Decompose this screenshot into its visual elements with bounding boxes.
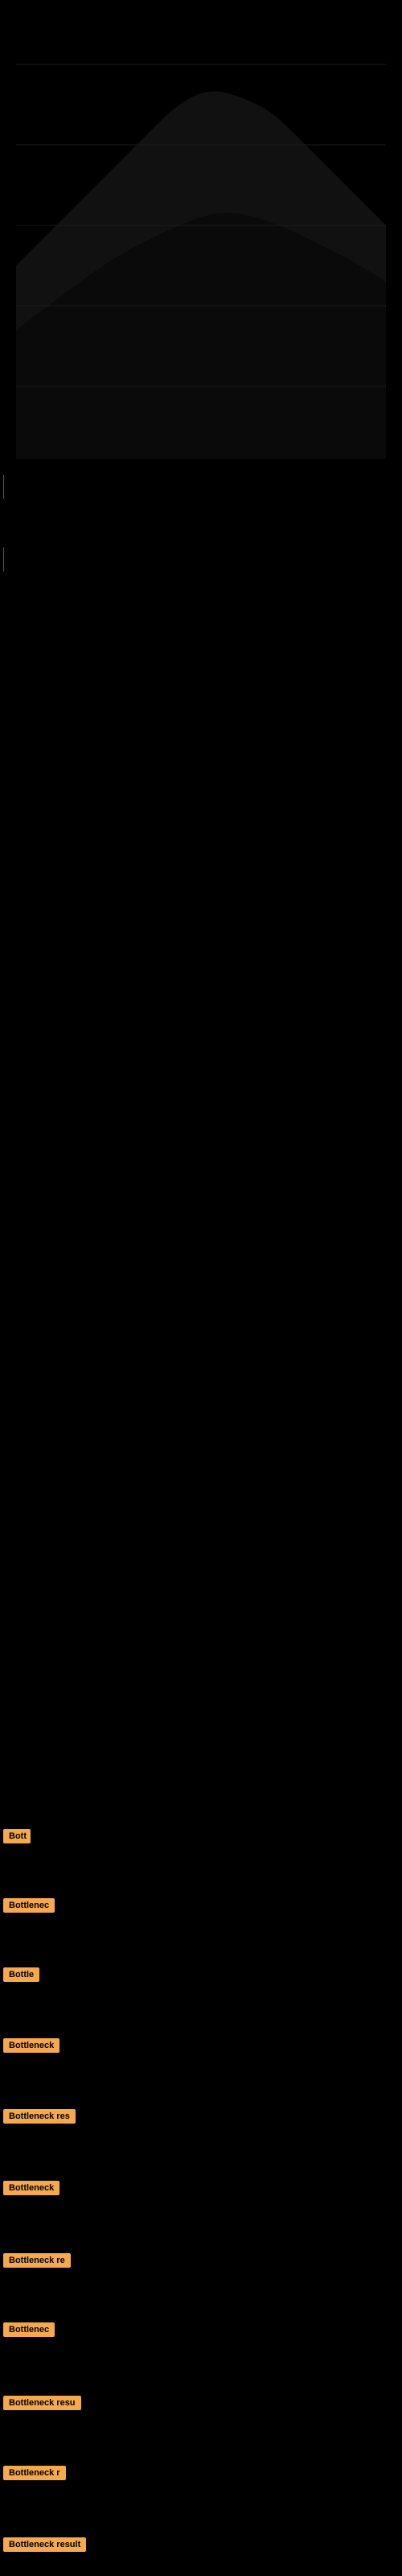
bottleneck-row-6: Bottleneck [0, 2178, 402, 2198]
bottleneck-badge-8[interactable]: Bottlenec [3, 2322, 55, 2337]
bottleneck-badge-4[interactable]: Bottleneck [3, 2038, 59, 2053]
bottleneck-badge-3[interactable]: Bottle [3, 1967, 39, 1982]
bottleneck-row-5: Bottleneck res [0, 2106, 402, 2127]
bottleneck-badge-5[interactable]: Bottleneck res [3, 2109, 76, 2124]
bottleneck-row-1: Bott [0, 1826, 402, 1847]
bottleneck-badge-6[interactable]: Bottleneck [3, 2181, 59, 2195]
bottleneck-badge-1[interactable]: Bott [3, 1829, 31, 1843]
bottleneck-row-11: Bottleneck result [0, 2534, 402, 2555]
bottleneck-badge-7[interactable]: Bottleneck re [3, 2253, 71, 2268]
bottleneck-row-9: Bottleneck resu [0, 2392, 402, 2413]
y-axis-cursor-2 [3, 547, 4, 572]
bottleneck-row-8: Bottlenec [0, 2319, 402, 2340]
bottleneck-row-4: Bottleneck [0, 2035, 402, 2056]
bottleneck-badge-11[interactable]: Bottleneck result [3, 2537, 86, 2552]
bottleneck-row-3: Bottle [0, 1964, 402, 1985]
bottleneck-badge-2[interactable]: Bottlenec [3, 1898, 55, 1913]
bottleneck-badge-9[interactable]: Bottleneck resu [3, 2396, 81, 2410]
bottleneck-row-10: Bottleneck r [0, 2462, 402, 2483]
chart-area [16, 24, 386, 475]
chart-svg [16, 24, 386, 475]
bottleneck-badge-10[interactable]: Bottleneck r [3, 2466, 66, 2480]
bottleneck-row-2: Bottlenec [0, 1895, 402, 1916]
bottleneck-row-7: Bottleneck re [0, 2250, 402, 2271]
y-axis-cursor-1 [3, 475, 4, 499]
